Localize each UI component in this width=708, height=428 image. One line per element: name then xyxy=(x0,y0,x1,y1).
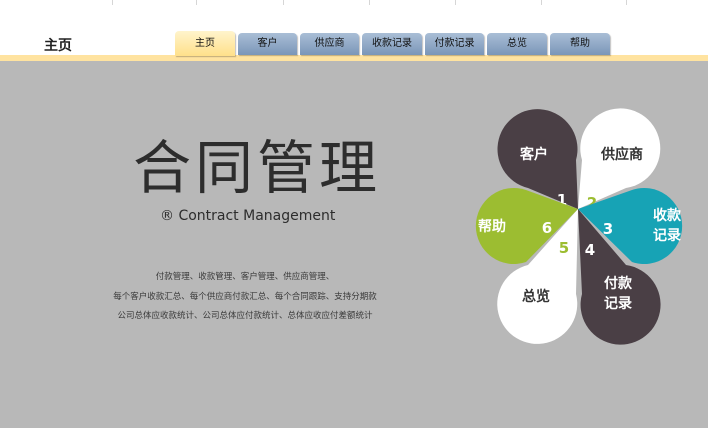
petal-receipts-number: 3 xyxy=(603,220,613,238)
navigation-flower: 客户 1 供应商 2 收款记录 3 付款记录 4 总览 5 帮助 6 xyxy=(475,108,683,345)
petal-payments-label-line: 付款 xyxy=(604,275,633,292)
petal-payments-number: 4 xyxy=(585,241,595,259)
petal-receipts-label-line: 记录 xyxy=(653,228,681,244)
petal-overview-label: 总览 xyxy=(522,288,550,305)
petal-overview-number: 5 xyxy=(559,239,569,257)
petal-overview-label-line: 总览 xyxy=(522,288,550,305)
petal-suppliers-label: 供应商 xyxy=(600,146,643,163)
petal-receipts-label-line: 收款 xyxy=(653,207,682,224)
petal-help-label: 帮助 xyxy=(478,218,506,235)
petal-customers-label-line: 客户 xyxy=(519,146,548,163)
petal-payments-label-line: 记录 xyxy=(604,296,632,312)
petal-customers-label: 客户 xyxy=(519,146,548,163)
petal-help-number: 6 xyxy=(542,219,552,237)
petal-suppliers-label-line: 供应商 xyxy=(600,146,643,163)
petal-help-label-line: 帮助 xyxy=(478,218,506,235)
